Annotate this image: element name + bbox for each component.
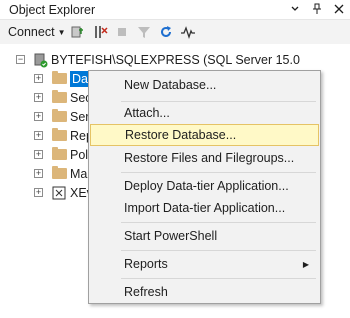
menu-item-label: Reports xyxy=(124,257,168,271)
menu-separator xyxy=(121,250,316,251)
xevent-profiler-icon xyxy=(52,186,66,200)
expand-icon[interactable]: + xyxy=(34,188,43,197)
menu-item-label: Attach... xyxy=(124,106,170,120)
activity-monitor-icon[interactable] xyxy=(179,23,197,41)
menu-item-restore-files-filegroups[interactable]: Restore Files and Filegroups... xyxy=(90,147,319,169)
collapse-icon[interactable]: − xyxy=(16,55,25,64)
menu-item-reports[interactable]: Reports ▶ xyxy=(90,253,319,275)
menu-item-label: Restore Files and Filegroups... xyxy=(124,151,295,165)
menu-item-label: Refresh xyxy=(124,285,168,299)
close-icon[interactable] xyxy=(332,2,346,16)
disconnect-icon[interactable] xyxy=(91,23,109,41)
menu-item-label: Import Data-tier Application... xyxy=(124,201,286,215)
pin-icon[interactable] xyxy=(288,2,302,16)
server-label: BYTEFISH\SQLEXPRESS (SQL Server 15.0 xyxy=(51,52,300,67)
expand-icon[interactable]: + xyxy=(34,112,43,121)
menu-item-label: Start PowerShell xyxy=(124,229,218,243)
stop-icon[interactable] xyxy=(113,23,131,41)
database-context-menu: New Database... Attach... Restore Databa… xyxy=(88,70,321,304)
menu-separator xyxy=(121,278,316,279)
menu-item-import-data-tier[interactable]: Import Data-tier Application... xyxy=(90,197,319,219)
folder-icon xyxy=(52,166,67,179)
auto-hide-icon[interactable] xyxy=(310,2,324,16)
folder-icon xyxy=(52,90,67,103)
expand-icon[interactable]: + xyxy=(34,131,43,140)
submenu-arrow-icon: ▶ xyxy=(302,259,309,269)
menu-item-label: Deploy Data-tier Application... xyxy=(124,179,289,193)
menu-item-new-database[interactable]: New Database... xyxy=(90,74,319,96)
folder-icon xyxy=(52,128,67,141)
connect-button[interactable]: Connect ▼ xyxy=(8,25,65,39)
menu-separator xyxy=(121,222,316,223)
server-icon xyxy=(32,52,48,68)
expand-icon[interactable]: + xyxy=(34,150,43,159)
menu-item-start-powershell[interactable]: Start PowerShell xyxy=(90,225,319,247)
menu-item-deploy-data-tier[interactable]: Deploy Data-tier Application... xyxy=(90,175,319,197)
chevron-down-icon: ▼ xyxy=(57,27,66,37)
object-explorer-title-bar: Object Explorer xyxy=(0,0,350,20)
panel-title: Object Explorer xyxy=(9,3,96,17)
expand-icon[interactable]: + xyxy=(34,169,43,178)
menu-item-restore-database[interactable]: Restore Database... xyxy=(90,124,319,146)
connect-label: Connect xyxy=(8,25,55,39)
menu-separator xyxy=(121,172,316,173)
folder-icon xyxy=(52,109,67,122)
menu-item-refresh[interactable]: Refresh xyxy=(90,281,319,303)
refresh-icon[interactable] xyxy=(157,23,175,41)
expand-icon[interactable]: + xyxy=(34,74,43,83)
filter-icon[interactable] xyxy=(135,23,153,41)
menu-item-attach[interactable]: Attach... xyxy=(90,102,319,124)
title-controls xyxy=(288,2,346,16)
object-explorer-toolbar: Connect ▼ xyxy=(0,20,350,44)
folder-icon xyxy=(52,71,67,84)
menu-item-label: Restore Database... xyxy=(125,128,237,142)
expand-icon[interactable]: + xyxy=(34,93,43,102)
menu-item-label: New Database... xyxy=(124,78,217,92)
folder-icon xyxy=(52,147,67,160)
connect-server-icon[interactable] xyxy=(69,23,87,41)
server-node[interactable]: − BYTEFISH\SQLEXPRESS (SQL Server 15.0 xyxy=(0,50,350,69)
